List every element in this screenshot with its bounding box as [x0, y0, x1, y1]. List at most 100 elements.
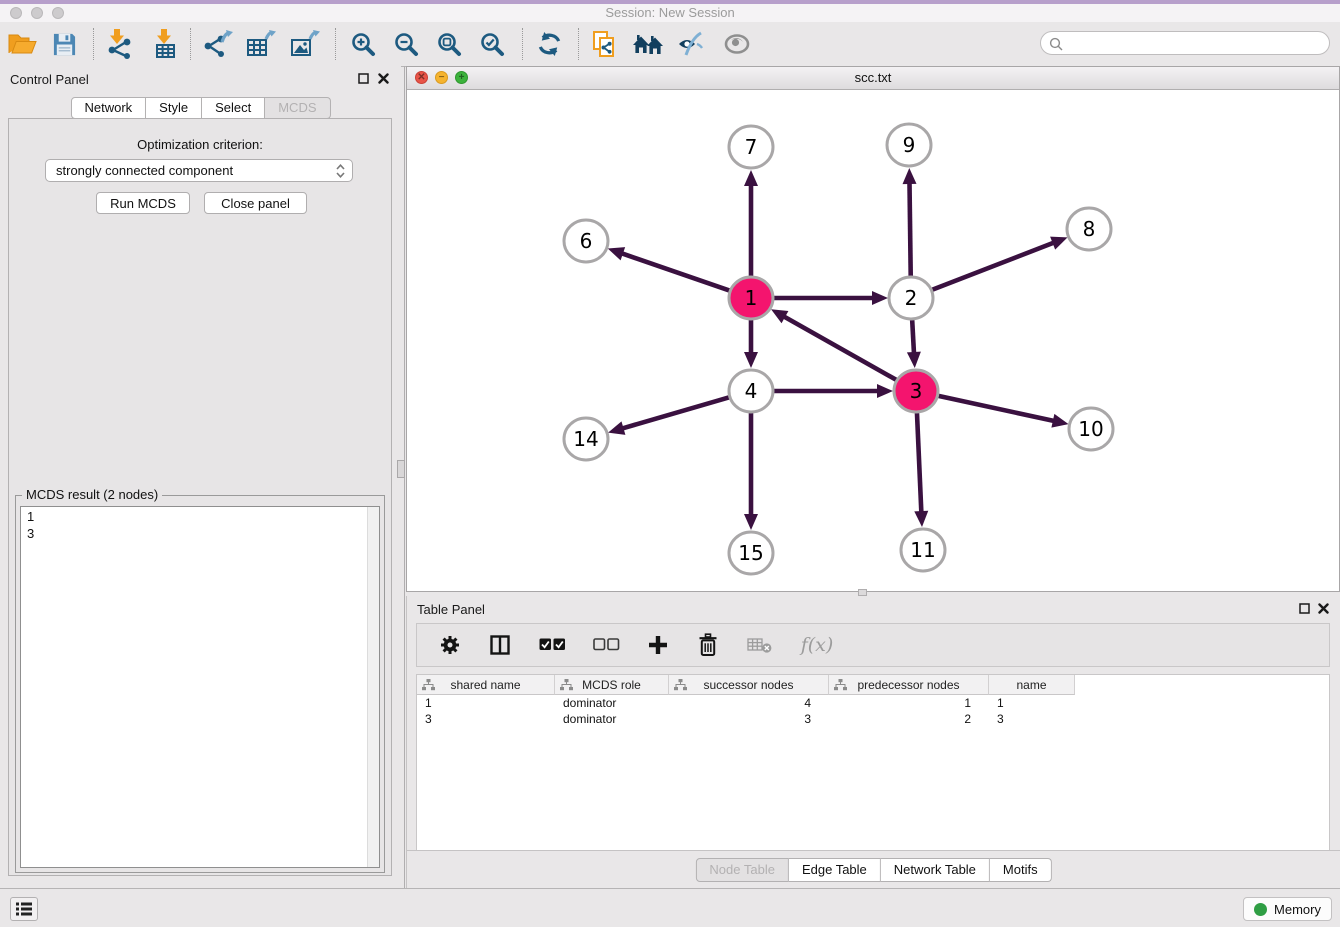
column-header-shared-name[interactable]: shared name: [417, 675, 555, 695]
graph-edge-2-9[interactable]: [909, 182, 910, 278]
node-table: shared nameMCDS rolesuccessor nodesprede…: [416, 674, 1330, 853]
table-cell[interactable]: 1: [989, 695, 1075, 711]
optimization-criterion-select[interactable]: strongly connected component: [45, 159, 353, 182]
network-window-titlebar[interactable]: scc.txt ✕ − +: [407, 67, 1339, 90]
export-image-icon[interactable]: [285, 25, 325, 63]
mcds-tab-content: Optimization criterion: strongly connect…: [8, 118, 392, 876]
table-cell[interactable]: 3: [989, 711, 1075, 727]
hide-eye-icon[interactable]: [672, 25, 712, 63]
memory-button[interactable]: Memory: [1243, 897, 1332, 921]
column-header-MCDS-role[interactable]: MCDS role: [555, 675, 669, 695]
table-cell[interactable]: dominator: [555, 711, 669, 727]
table-cell[interactable]: 1: [829, 695, 989, 711]
graph-edge-3-11[interactable]: [917, 411, 921, 513]
table-header-row: shared nameMCDS rolesuccessor nodesprede…: [417, 675, 1329, 695]
tab-network[interactable]: Network: [70, 97, 146, 119]
column-header-predecessor-nodes[interactable]: predecessor nodes: [829, 675, 989, 695]
graph-node-label: 4: [745, 379, 758, 403]
toolbar-separator: [335, 28, 336, 60]
show-eye-icon[interactable]: [717, 25, 757, 63]
tab-node-table[interactable]: Node Table: [695, 858, 789, 882]
function-builder-icon[interactable]: f(x): [797, 630, 837, 660]
graph-edge-1-6[interactable]: [621, 253, 732, 291]
settings-gear-icon[interactable]: [437, 630, 463, 660]
close-panel-button[interactable]: Close panel: [204, 192, 307, 214]
network-close-icon[interactable]: ✕: [415, 71, 428, 84]
table-cell[interactable]: 3: [417, 711, 555, 727]
split-view-icon[interactable]: [487, 630, 513, 660]
delete-column-icon[interactable]: [745, 630, 773, 660]
refresh-layout-icon[interactable]: [529, 25, 569, 63]
table-row[interactable]: 3dominator323: [417, 711, 1329, 727]
network-canvas[interactable]: 7968124314101511: [407, 89, 1339, 591]
zoom-in-icon[interactable]: [343, 25, 383, 63]
control-panel-header: Control Panel: [0, 66, 401, 93]
network-maximize-icon[interactable]: +: [455, 71, 468, 84]
toolbar-separator: [578, 28, 579, 60]
main-toolbar: [0, 22, 1340, 67]
export-table-icon[interactable]: [241, 25, 281, 63]
table-body: 1dominator4113dominator323: [417, 695, 1329, 727]
table-panel-footer: Node TableEdge TableNetwork TableMotifs: [407, 850, 1340, 888]
graph-arrowhead: [1050, 237, 1067, 250]
table-panel: Table Panel f(x): [406, 596, 1340, 888]
table-panel-title: Table Panel: [417, 602, 485, 617]
zoom-fit-icon[interactable]: [429, 25, 469, 63]
tab-motifs[interactable]: Motifs: [990, 858, 1052, 882]
selected-criterion: strongly connected component: [56, 160, 233, 181]
float-table-panel-icon[interactable]: [1299, 603, 1310, 614]
table-cell[interactable]: dominator: [555, 695, 669, 711]
close-panel-icon[interactable]: [378, 73, 389, 84]
tab-network-table[interactable]: Network Table: [881, 858, 990, 882]
function-builder-label: f(x): [801, 634, 834, 656]
table-cell[interactable]: 4: [669, 695, 829, 711]
import-table-icon[interactable]: [145, 25, 185, 63]
graph-arrowhead: [914, 511, 928, 527]
close-table-panel-icon[interactable]: [1318, 603, 1329, 614]
vertical-splitter-handle[interactable]: [397, 460, 405, 478]
graph-edge-3-10[interactable]: [936, 395, 1055, 421]
import-network-icon[interactable]: [98, 25, 138, 63]
network-minimize-icon[interactable]: −: [435, 71, 448, 84]
graph-edge-4-14[interactable]: [622, 397, 732, 429]
export-network-icon[interactable]: [198, 25, 238, 63]
memory-label: Memory: [1274, 902, 1321, 917]
copy-network-icon[interactable]: [585, 25, 625, 63]
zoom-selected-icon[interactable]: [472, 25, 512, 63]
column-header-name[interactable]: name: [989, 675, 1075, 695]
graph-edge-3-1[interactable]: [783, 316, 898, 381]
result-scrollbar[interactable]: [367, 507, 379, 867]
graph-edge-2-8[interactable]: [930, 242, 1055, 290]
deselect-all-icon[interactable]: [591, 630, 621, 660]
delete-row-icon[interactable]: [695, 630, 721, 660]
graph-arrowhead: [744, 514, 758, 530]
save-session-icon[interactable]: [44, 25, 84, 63]
tab-style[interactable]: Style: [146, 97, 202, 119]
graph-node-label: 7: [745, 135, 758, 159]
open-session-icon[interactable]: [2, 25, 42, 63]
table-cell[interactable]: 3: [669, 711, 829, 727]
graph-node-label: 9: [903, 133, 916, 157]
status-bar: Memory: [0, 888, 1340, 927]
column-header-successor-nodes[interactable]: successor nodes: [669, 675, 829, 695]
graph-arrowhead: [608, 247, 625, 260]
graph-node-label: 1: [745, 286, 758, 310]
mcds-result-textarea[interactable]: 1 3: [20, 506, 380, 868]
float-panel-icon[interactable]: [358, 73, 369, 84]
tab-mcds[interactable]: MCDS: [265, 97, 330, 119]
search-input[interactable]: [1069, 34, 1325, 54]
add-row-icon[interactable]: [645, 630, 671, 660]
task-history-button[interactable]: [10, 897, 38, 921]
tab-select[interactable]: Select: [202, 97, 265, 119]
graph-edge-2-3[interactable]: [912, 318, 914, 354]
run-mcds-button[interactable]: Run MCDS: [96, 192, 190, 214]
table-cell[interactable]: 1: [417, 695, 555, 711]
zoom-out-icon[interactable]: [386, 25, 426, 63]
table-row[interactable]: 1dominator411: [417, 695, 1329, 711]
select-all-icon[interactable]: [537, 630, 567, 660]
horizontal-splitter-handle[interactable]: [858, 589, 867, 596]
tab-edge-table[interactable]: Edge Table: [789, 858, 881, 882]
graph-arrowhead: [877, 384, 893, 398]
table-cell[interactable]: 2: [829, 711, 989, 727]
home-icon[interactable]: [628, 25, 668, 63]
